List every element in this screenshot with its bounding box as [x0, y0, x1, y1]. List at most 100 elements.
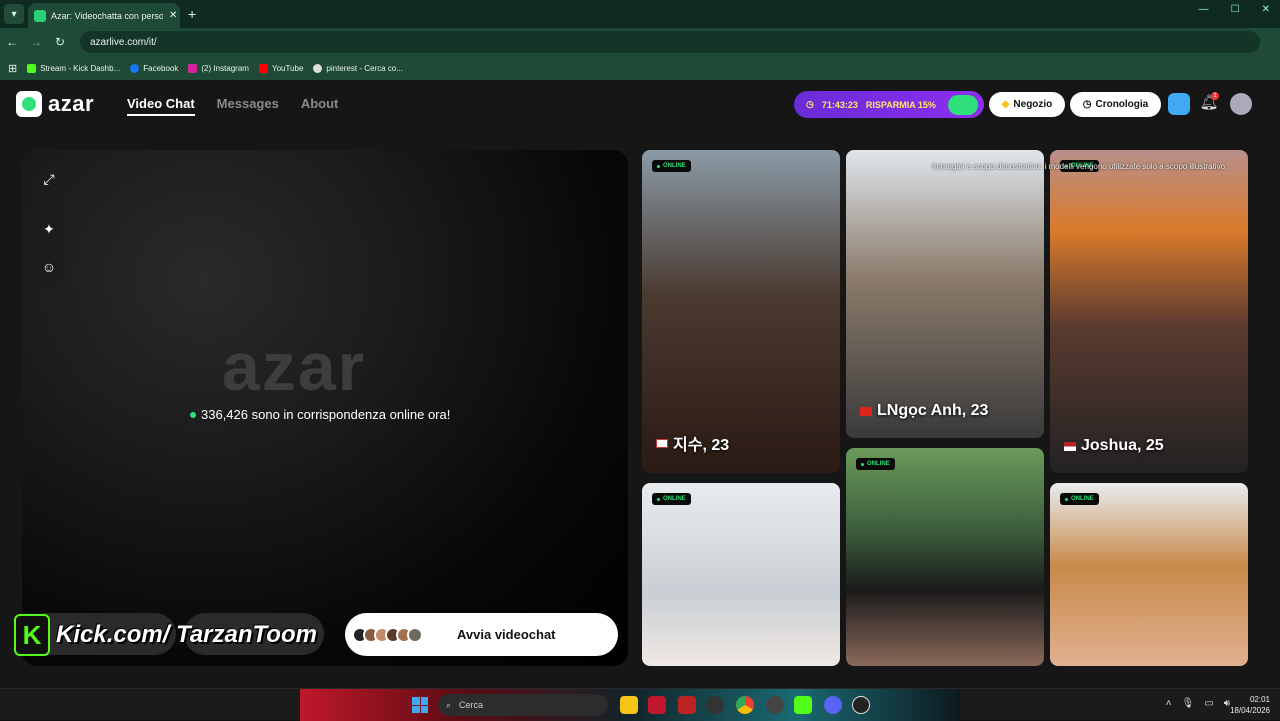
bookmark-youtube[interactable]: YouTube: [258, 63, 304, 73]
flag-kr-icon: [656, 438, 668, 448]
expand-icon[interactable]: ⤢: [34, 164, 64, 194]
video-stage: ⤢ ✦ ☺ azar 336,426 sono in corrispondenz…: [22, 150, 628, 666]
close-window-icon[interactable]: ✕: [1262, 4, 1270, 15]
bookmark-label: YouTube: [271, 63, 304, 73]
profile-card[interactable]: LNgọc Anh, 23: [846, 150, 1044, 438]
chevron-up-icon[interactable]: ˄: [1166, 698, 1172, 709]
youtube-icon: [258, 63, 268, 73]
face-mask-icon[interactable]: ☺: [42, 259, 56, 275]
profile-avatar[interactable]: [1230, 93, 1252, 115]
kick-taskbar-icon[interactable]: [794, 696, 812, 714]
promo-timer: 71:43:23: [821, 99, 858, 110]
taskbar-search[interactable]: ⌕ Cerca: [438, 694, 608, 716]
microphone-icon[interactable]: 🎙︎: [1182, 698, 1195, 709]
windows-start-icon[interactable]: [412, 697, 428, 713]
avatar-stack: [352, 626, 423, 643]
logo-text: azar: [48, 91, 95, 116]
history-button[interactable]: ◷ Cronologia: [1070, 92, 1161, 117]
app-icon[interactable]: [766, 696, 784, 714]
bookmark-instagram[interactable]: (2) Instagram: [188, 63, 249, 73]
profile-card[interactable]: ONLINE Joshua, 25: [1050, 150, 1248, 473]
tab-title: Azar: Videochatta con persone: [51, 10, 163, 21]
window-controls: — ☐ ✕: [1199, 4, 1270, 15]
online-dot-icon: [190, 411, 196, 418]
google-icon: [313, 63, 323, 73]
gift-icon[interactable]: [1168, 93, 1190, 115]
demo-disclaimer: Immagini a scopo dimostrativo: i modelli…: [932, 162, 1228, 171]
flag-us-icon: [1064, 441, 1076, 451]
online-badge: ONLINE: [652, 160, 691, 172]
online-count: 336,426 sono in corrispondenza online or…: [190, 407, 450, 422]
bookmark-label: Facebook: [143, 63, 179, 73]
online-badge: ONLINE: [1060, 493, 1099, 505]
bookmarks-bar: ⊞ Stream - Kick Dashb... Facebook (2) In…: [0, 56, 1280, 80]
start-videochat-button[interactable]: Avvia videochat: [345, 613, 618, 656]
profile-name: Joshua, 25: [1064, 437, 1164, 455]
clock-icon: ◷: [1082, 99, 1092, 110]
browser-tab-strip: ▾ Azar: Videochatta con persone ✕ + — ☐ …: [0, 0, 1280, 28]
bookmark-label: (2) Instagram: [201, 63, 249, 73]
tab-close-icon[interactable]: ✕: [169, 10, 177, 21]
shop-label: Negozio: [1013, 99, 1053, 110]
online-badge: ONLINE: [856, 458, 895, 470]
azar-favicon-icon: [34, 9, 46, 22]
file-explorer-icon[interactable]: [620, 696, 638, 714]
facebook-icon: [130, 63, 140, 73]
profile-card[interactable]: ONLINE: [1050, 483, 1248, 666]
search-icon: ⌕: [446, 699, 452, 710]
maximize-icon[interactable]: ☐: [1231, 4, 1240, 15]
history-label: Cronologia: [1095, 99, 1149, 110]
notification-badge: 1: [1211, 92, 1219, 100]
profile-card[interactable]: ONLINE: [642, 483, 840, 666]
nav-messages[interactable]: Messages: [217, 96, 279, 116]
address-bar-row: ← → ↻ azarlive.com/it/: [0, 28, 1280, 121]
url-field[interactable]: azarlive.com/it/: [80, 31, 1260, 121]
browser-tab[interactable]: Azar: Videochatta con persone ✕: [28, 3, 180, 28]
profile-name: 지수, 23: [656, 431, 729, 455]
online-badge: ONLINE: [652, 493, 691, 505]
app-icon[interactable]: [648, 696, 666, 714]
system-clock[interactable]: 02:01 18/04/2026: [1230, 694, 1270, 716]
online-text: 336,426 sono in corrispondenza online or…: [201, 407, 451, 422]
app-icon[interactable]: [706, 696, 724, 714]
search-placeholder: Cerca: [459, 700, 484, 710]
promo-label: RISPARMIA 15%: [865, 99, 936, 110]
minimize-icon[interactable]: —: [1199, 4, 1209, 15]
start-label: Avvia videochat: [457, 627, 556, 642]
azar-logo[interactable]: azar: [16, 91, 94, 117]
new-tab-button[interactable]: +: [188, 6, 196, 22]
app-icon[interactable]: [852, 696, 870, 714]
stage-tools: ✦ ☺: [34, 210, 64, 286]
gem-icon: [948, 95, 978, 115]
kick-overlay: K Kick.com/ TarzanToom: [14, 614, 317, 656]
discord-icon[interactable]: [824, 696, 842, 714]
forward-icon[interactable]: →: [24, 35, 48, 49]
flag-vn-icon: [860, 406, 872, 416]
nav-video-chat[interactable]: Video Chat: [127, 96, 195, 116]
diamond-icon: ◆: [1001, 99, 1010, 110]
chrome-icon[interactable]: [736, 696, 754, 714]
back-icon[interactable]: ←: [0, 35, 24, 49]
kick-icon: [27, 63, 37, 73]
apps-grid-icon[interactable]: ⊞: [8, 62, 17, 75]
reload-icon[interactable]: ↻: [48, 35, 72, 49]
bookmark-pinterest[interactable]: pinterest - Cerca co...: [313, 63, 403, 73]
magic-wand-icon[interactable]: ✦: [43, 221, 55, 238]
bookmark-facebook[interactable]: Facebook: [130, 63, 179, 73]
azar-watermark: azar: [222, 329, 367, 405]
nav-about[interactable]: About: [301, 96, 339, 116]
profile-card[interactable]: ONLINE 지수, 23: [642, 150, 840, 473]
clock-date: 18/04/2026: [1229, 706, 1270, 715]
azar-page: azar Video Chat Messages About ◷ 71:43:2…: [0, 80, 1280, 688]
bookmark-label: Stream - Kick Dashb...: [40, 63, 121, 73]
bookmark-kick[interactable]: Stream - Kick Dashb...: [27, 63, 121, 73]
shop-button[interactable]: ◆ Negozio: [989, 92, 1065, 117]
timer-icon: ◷: [806, 99, 814, 109]
promo-banner[interactable]: ◷ 71:43:23 RISPARMIA 15%: [794, 91, 984, 118]
tab-search-icon[interactable]: ▾: [4, 4, 24, 24]
profile-card[interactable]: ONLINE: [846, 448, 1044, 666]
network-icon[interactable]: ▭: [1204, 698, 1213, 709]
clock-time: 02:01: [1249, 695, 1270, 704]
app-icon[interactable]: [678, 696, 696, 714]
system-tray: ˄ 🎙︎ ▭ 🔊︎: [1166, 698, 1230, 709]
